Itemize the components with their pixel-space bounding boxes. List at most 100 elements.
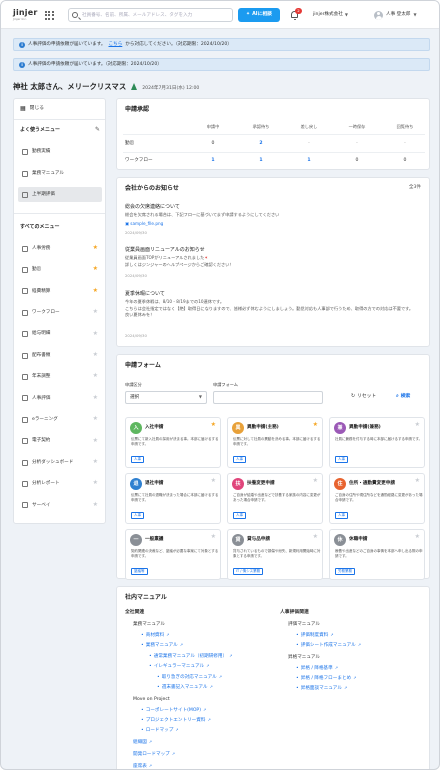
sidebar-item-attendance[interactable]: 勤怠 ★ bbox=[18, 262, 102, 277]
application-form-tile[interactable]: 異異動申請(主務) ★ 伝票に対して社員の異動を決める事。本部に届けるする申請です。… bbox=[227, 417, 323, 468]
star-icon[interactable]: ★ bbox=[415, 421, 420, 428]
star-icon[interactable]: ★ bbox=[93, 309, 98, 315]
manual-link[interactable]: 通常業務マニュアル（初期研修用） bbox=[149, 654, 232, 660]
application-form-tile[interactable]: 住住所・通勤費変更申請 ★ ご自身の住所や現住所などを通勤経路に変更があった場合申請… bbox=[329, 473, 425, 524]
sidebar-item-survey[interactable]: サーベイ ★ bbox=[18, 498, 102, 513]
sidebar-item-first-half-evaluation[interactable]: 上半期評価 bbox=[18, 187, 102, 202]
sidebar-item-workflow[interactable]: ワークフロー ★ bbox=[18, 305, 102, 320]
notice-link[interactable]: こちら bbox=[109, 42, 123, 48]
sidebar-item-work-manual[interactable]: 業務マニュアル bbox=[18, 166, 102, 181]
notice-banner: i 人事評価の申請依頼が届いています。 こちら から対応してください。（対応期限：2… bbox=[13, 38, 430, 51]
form-search-input[interactable] bbox=[213, 391, 323, 404]
news-item-title[interactable]: 夏季休暇について bbox=[125, 291, 165, 297]
sidebar-item-hr-labor[interactable]: 人事労務 ★ bbox=[18, 241, 102, 256]
manual-link[interactable]: 開発ロードマップ bbox=[133, 752, 175, 758]
global-search[interactable] bbox=[68, 8, 233, 22]
sidebar-item-payslip[interactable]: 給与明細 ★ bbox=[18, 327, 102, 342]
chevron-down-icon: ▼ bbox=[413, 11, 417, 17]
star-icon[interactable]: ★ bbox=[93, 480, 98, 486]
sidebar-item-elearning[interactable]: eラーニング ★ bbox=[18, 412, 102, 427]
sidebar-item-year-end[interactable]: 年末調整 ★ bbox=[18, 369, 102, 384]
app-grid-icon[interactable] bbox=[45, 11, 54, 20]
manual-link[interactable]: ロードマップ bbox=[141, 728, 178, 734]
star-icon[interactable]: ★ bbox=[313, 533, 318, 540]
news-item-title[interactable]: 総会の欠席連絡について bbox=[125, 204, 180, 210]
application-form-tile[interactable]: 兼異動申請(兼務) ★ 社員に兼務を付与する時に本部に届けるする申請です。 人事 bbox=[329, 417, 425, 468]
form-description: ご自身の住所や現住所などを通勤経路に変更があった場合申請です。 bbox=[335, 493, 423, 503]
search-button[interactable]: ⌕ 検索 bbox=[396, 394, 410, 400]
search-input[interactable] bbox=[82, 10, 230, 21]
star-icon[interactable]: ★ bbox=[93, 352, 98, 358]
sidebar-item-label: 電子契約 bbox=[32, 438, 51, 444]
sidebar-item-expense[interactable]: 経費精算 ★ bbox=[18, 284, 102, 299]
application-form-tile[interactable]: 入入社申請 ★ 伝票にて新入社員の採用が決まる事。本部に届けるする申請です。 人事 bbox=[125, 417, 221, 468]
manual-link[interactable]: 商材資料 bbox=[141, 633, 169, 639]
manual-link[interactable]: 組織図 bbox=[133, 740, 152, 746]
star-icon[interactable]: ★ bbox=[211, 477, 216, 484]
star-icon[interactable]: ★ bbox=[415, 533, 420, 540]
manual-link[interactable]: 昇格面談マニュアル bbox=[296, 686, 347, 692]
manual-link[interactable]: 座席表 bbox=[133, 764, 152, 769]
table-cell-link[interactable]: 1 bbox=[241, 158, 281, 164]
ai-consult-button[interactable]: ✦ AIに相談 bbox=[238, 8, 280, 22]
manual-link[interactable]: 昇格 / 降格フローまとめ bbox=[296, 676, 356, 682]
manual-link[interactable]: 評価シート作成マニュアル bbox=[296, 643, 361, 649]
manual-link[interactable]: 業務マニュアル bbox=[141, 643, 183, 649]
manual-link[interactable]: 週末書記入マニュアル bbox=[157, 685, 213, 691]
manual-link[interactable]: プロジェクトエントリー資料 bbox=[141, 718, 211, 724]
star-icon[interactable]: ★ bbox=[93, 373, 98, 379]
sidebar-item-e-contract[interactable]: 電子契約 ★ bbox=[18, 434, 102, 449]
star-icon[interactable]: ★ bbox=[211, 533, 216, 540]
menu-icon bbox=[22, 480, 28, 487]
menu-icon bbox=[22, 438, 28, 445]
news-item-title[interactable]: 従業員画面リニューアルのお知らせ bbox=[125, 247, 205, 253]
star-icon[interactable]: ★ bbox=[93, 437, 98, 444]
application-form-tile[interactable]: 一一般稟議 ★ 契約関連の決裁など、稟議が必要な事案にて対象とする申請です。 稟議等 bbox=[125, 529, 221, 580]
star-icon[interactable]: ★ bbox=[93, 416, 98, 422]
refresh-icon: ↻ bbox=[351, 394, 356, 399]
jinjer-logo[interactable]: jinjer Jinjer Inc. bbox=[13, 8, 38, 21]
star-icon[interactable]: ★ bbox=[93, 394, 98, 401]
sidebar-close-button[interactable]: ▦ 閉じる bbox=[20, 105, 44, 112]
bell-icon[interactable]: 2 bbox=[289, 8, 302, 21]
sidebar-item-analysis-dashboard[interactable]: 分析ダッシュボード ★ bbox=[18, 455, 102, 470]
user-menu[interactable]: 人事 登太郎 ▼ bbox=[374, 8, 417, 22]
sidebar-item-documents[interactable]: 配布書類 ★ bbox=[18, 348, 102, 363]
manual-link[interactable]: イレギュラーマニュアル bbox=[149, 664, 209, 670]
manual-link[interactable]: 昇格 / 降格基準 bbox=[296, 666, 338, 672]
table-cell-link[interactable]: 1 bbox=[193, 158, 233, 164]
star-icon[interactable]: ★ bbox=[313, 477, 318, 484]
pencil-icon[interactable]: ✎ bbox=[95, 126, 100, 133]
application-form-tile[interactable]: 貸貸与品申請 ★ 貸与されているもので損傷や紛失、新規利用開始時に対象とする申請です… bbox=[227, 529, 323, 580]
application-form-tile[interactable]: 休休職申請 ★ 療養や出産などのご自身の事情を本部へ申し出る際の申請です。 労務業務 bbox=[329, 529, 425, 580]
form-icon: 退 bbox=[130, 478, 142, 490]
form-description: 社員に兼務を付与する時に本部に届けるする申請です。 bbox=[335, 437, 423, 441]
application-form-tile[interactable]: 退退社申請 ★ 伝票にて社員の退職が決まった場合に本部に届けるする申請です。 人事 bbox=[125, 473, 221, 524]
company-name: jinjer株式会社 bbox=[313, 12, 343, 18]
star-icon[interactable]: ★ bbox=[93, 459, 98, 465]
star-icon[interactable]: ★ bbox=[93, 266, 98, 272]
category-select[interactable]: 選択 ▼ bbox=[125, 391, 207, 404]
star-icon[interactable]: ★ bbox=[93, 501, 98, 508]
sidebar-item-analysis-report[interactable]: 分析レポート ★ bbox=[18, 476, 102, 491]
star-icon[interactable]: ★ bbox=[415, 477, 420, 484]
star-icon[interactable]: ★ bbox=[93, 245, 98, 251]
table-cell-link[interactable]: 1 bbox=[289, 158, 329, 164]
star-icon[interactable]: ★ bbox=[313, 421, 318, 428]
star-icon[interactable]: ★ bbox=[93, 330, 98, 337]
sidebar-item-label: 分析レポート bbox=[32, 481, 60, 487]
manual-link[interactable]: コーポレートサイト(MOP) bbox=[141, 708, 206, 714]
attachment-link[interactable]: ▣ sample_file.png bbox=[125, 221, 163, 226]
form-description: ご自身が結婚や出産などで扶養する家族の内容に変更があった場合申請です。 bbox=[233, 493, 321, 503]
reset-button[interactable]: ↻ リセット bbox=[351, 394, 376, 400]
application-form-tile[interactable]: 扶扶養変更申請 ★ ご自身が結婚や出産などで扶養する家族の内容に変更があった場合申請… bbox=[227, 473, 323, 524]
sidebar-item-hr-evaluation[interactable]: 人事評価 ★ bbox=[18, 391, 102, 406]
form-title: 扶養変更申請 bbox=[247, 481, 275, 486]
star-icon[interactable]: ★ bbox=[93, 287, 98, 294]
manual-link[interactable]: 取り急ぎの対応マニュアル bbox=[157, 675, 222, 681]
star-icon[interactable]: ★ bbox=[211, 421, 216, 428]
sidebar-item-attendance-record[interactable]: 勤務実績 bbox=[18, 144, 102, 159]
table-cell-link[interactable]: 2 bbox=[241, 141, 281, 147]
manual-link[interactable]: 評価制度資料 bbox=[296, 633, 333, 639]
company-switcher[interactable]: jinjer株式会社 ▼ bbox=[313, 8, 348, 22]
